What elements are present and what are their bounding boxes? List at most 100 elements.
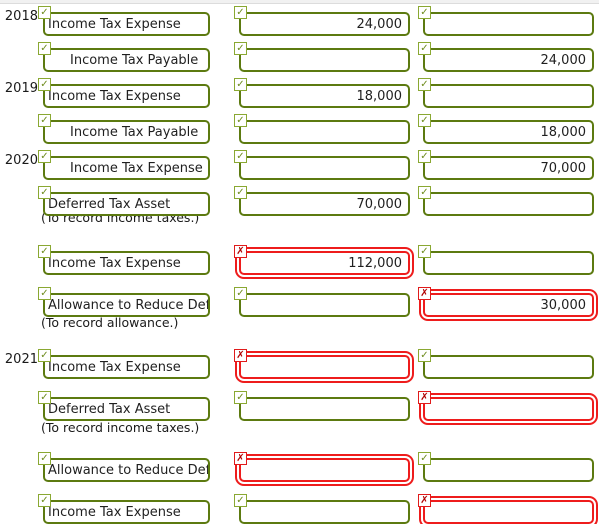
journal-row: ✓ Allowance to Reduce Defer ✗ ✓: [0, 446, 599, 482]
top-scroll-strip: [0, 0, 599, 4]
debit-input[interactable]: [239, 500, 410, 524]
account-value: Deferred Tax Asset: [48, 401, 171, 417]
error-cross-icon: ✗: [418, 287, 431, 300]
account-value: Income Tax Expense: [48, 504, 181, 520]
account-value: Income Tax Expense: [70, 160, 203, 176]
journal-row: 2019 ✓ Income Tax Expense ✓ 18,000 ✓: [0, 72, 599, 108]
debit-input[interactable]: [239, 120, 410, 144]
credit-input[interactable]: [423, 84, 594, 108]
credit-value: [425, 86, 592, 106]
valid-check-icon: ✓: [234, 150, 247, 163]
debit-input[interactable]: [239, 293, 410, 317]
error-cross-icon: ✗: [418, 391, 431, 404]
valid-check-icon: ✓: [418, 6, 431, 19]
account-value: Income Tax Expense: [48, 16, 181, 32]
valid-check-icon: ✓: [418, 42, 431, 55]
credit-input[interactable]: 70,000: [423, 156, 594, 180]
credit-input[interactable]: [423, 12, 594, 36]
journal-row: ✓ Deferred Tax Asset ✓ ✗: [0, 385, 599, 421]
valid-check-icon: ✓: [418, 349, 431, 362]
debit-value: [241, 357, 408, 377]
journal-row: 2021 ✓ Income Tax Expense ✗ ✓: [0, 343, 599, 379]
debit-input[interactable]: 18,000: [239, 84, 410, 108]
journal-row: ✓ Deferred Tax Asset ✓ 70,000 ✓: [0, 180, 599, 216]
valid-check-icon: ✓: [418, 78, 431, 91]
error-cross-icon: ✗: [418, 494, 431, 507]
debit-value: [241, 50, 408, 70]
year-label: 2018: [4, 9, 38, 24]
account-input[interactable]: Income Tax Expense: [43, 355, 210, 379]
credit-value: 24,000: [540, 52, 587, 68]
valid-check-icon: ✓: [418, 245, 431, 258]
account-input[interactable]: Income Tax Payable: [43, 48, 210, 72]
account-value: Income Tax Expense: [48, 255, 181, 271]
account-input[interactable]: Deferred Tax Asset: [43, 397, 210, 421]
debit-value: [241, 502, 408, 522]
valid-check-icon: ✓: [38, 6, 51, 19]
credit-value: [425, 399, 592, 419]
debit-value: [241, 295, 408, 315]
journal-row: ✓ Income Tax Expense ✗ 112,000 ✓: [0, 239, 599, 275]
debit-input[interactable]: [239, 397, 410, 421]
account-value: Income Tax Expense: [48, 88, 181, 104]
debit-value: [241, 122, 408, 142]
valid-check-icon: ✓: [38, 391, 51, 404]
valid-check-icon: ✓: [418, 452, 431, 465]
error-cross-icon: ✗: [234, 349, 247, 362]
account-value: Income Tax Payable: [70, 52, 199, 68]
account-input[interactable]: Allowance to Reduce Defer: [43, 458, 210, 482]
journal-row: ✓ Income Tax Payable ✓ ✓ 24,000: [0, 36, 599, 72]
debit-input[interactable]: [239, 48, 410, 72]
error-cross-icon: ✗: [234, 245, 247, 258]
credit-input[interactable]: 18,000: [423, 120, 594, 144]
account-value: Allowance to Reduce Defer: [48, 297, 208, 313]
credit-input[interactable]: 24,000: [423, 48, 594, 72]
valid-check-icon: ✓: [234, 287, 247, 300]
debit-value: [241, 460, 408, 480]
credit-input[interactable]: [423, 355, 594, 379]
valid-check-icon: ✓: [418, 186, 431, 199]
account-input[interactable]: Deferred Tax Asset: [43, 192, 210, 216]
journal-row: 2020 ✓ Income Tax Expense ✓ ✓ 70,000: [0, 144, 599, 180]
account-input[interactable]: Income Tax Expense: [43, 156, 210, 180]
credit-input[interactable]: [423, 397, 594, 421]
debit-value: [241, 158, 408, 178]
debit-input[interactable]: 24,000: [239, 12, 410, 36]
valid-check-icon: ✓: [38, 287, 51, 300]
account-input[interactable]: Income Tax Expense: [43, 12, 210, 36]
credit-input[interactable]: [423, 500, 594, 524]
valid-check-icon: ✓: [234, 114, 247, 127]
account-value: Deferred Tax Asset: [48, 196, 171, 212]
valid-check-icon: ✓: [234, 42, 247, 55]
valid-check-icon: ✓: [38, 114, 51, 127]
debit-input[interactable]: 112,000: [239, 251, 410, 275]
credit-value: 30,000: [540, 297, 587, 313]
credit-input[interactable]: [423, 458, 594, 482]
credit-value: [425, 253, 592, 273]
valid-check-icon: ✓: [234, 494, 247, 507]
valid-check-icon: ✓: [38, 42, 51, 55]
debit-value: 18,000: [356, 88, 403, 104]
debit-input[interactable]: [239, 458, 410, 482]
account-input[interactable]: Income Tax Expense: [43, 84, 210, 108]
journal-row: ✓ Income Tax Expense ✓ ✗: [0, 488, 599, 524]
debit-input[interactable]: 70,000: [239, 192, 410, 216]
account-input[interactable]: Allowance to Reduce Defer: [43, 293, 210, 317]
account-value: Income Tax Payable: [70, 124, 199, 140]
debit-input[interactable]: [239, 156, 410, 180]
valid-check-icon: ✓: [38, 245, 51, 258]
account-input[interactable]: Income Tax Payable: [43, 120, 210, 144]
credit-value: [425, 194, 592, 214]
credit-input[interactable]: 30,000: [423, 293, 594, 317]
credit-input[interactable]: [423, 251, 594, 275]
debit-input[interactable]: [239, 355, 410, 379]
year-label: 2019: [4, 81, 38, 96]
journal-row: 2018 ✓ Income Tax Expense ✓ 24,000 ✓: [0, 0, 599, 36]
credit-value: 70,000: [540, 160, 587, 176]
debit-value: [241, 399, 408, 419]
credit-value: [425, 357, 592, 377]
credit-input[interactable]: [423, 192, 594, 216]
account-input[interactable]: Income Tax Expense: [43, 251, 210, 275]
account-input[interactable]: Income Tax Expense: [43, 500, 210, 524]
valid-check-icon: ✓: [38, 349, 51, 362]
